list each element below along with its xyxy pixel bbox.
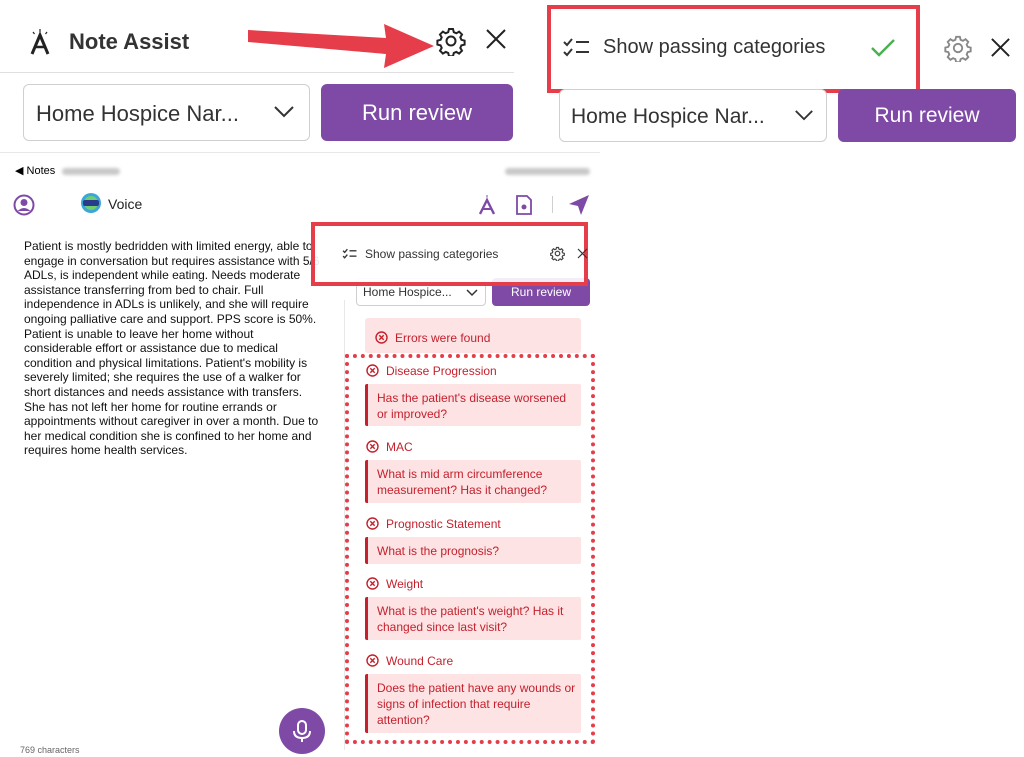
template-select-value: Home Hospice Nar... <box>36 101 239 126</box>
template-select[interactable]: Home Hospice Nar... <box>559 89 827 142</box>
error-circle-icon <box>375 331 388 344</box>
close-icon[interactable] <box>577 248 588 259</box>
note-assist-icon[interactable] <box>477 195 497 215</box>
panel-title: Note Assist <box>69 29 190 54</box>
user-icon[interactable] <box>13 194 35 216</box>
gear-icon[interactable] <box>436 26 466 56</box>
gear-icon[interactable] <box>550 246 565 261</box>
chevron-down-icon <box>466 289 478 297</box>
note-body-text[interactable]: Patient is mostly bedridden with limited… <box>24 239 320 458</box>
template-select[interactable]: Home Hospice Nar... <box>23 84 310 141</box>
character-count: 769 characters <box>20 745 80 755</box>
voice-logo-icon <box>81 193 101 213</box>
template-select-value: Home Hospice... <box>363 285 452 299</box>
note-assist-logo-icon <box>30 29 50 55</box>
toolbar-divider <box>552 196 553 213</box>
send-icon[interactable] <box>568 194 590 216</box>
run-review-button[interactable]: Run review <box>838 89 1016 142</box>
highlight-dotted-box <box>345 354 595 744</box>
show-passing-categories-option[interactable]: Show passing categories <box>603 36 825 59</box>
close-icon[interactable] <box>485 28 507 50</box>
back-to-notes-link[interactable]: ◀ Notes <box>15 164 55 177</box>
close-icon[interactable] <box>990 37 1011 58</box>
gear-icon[interactable] <box>944 34 972 62</box>
checklist-icon <box>563 38 589 57</box>
checkmark-icon <box>871 39 895 57</box>
document-icon[interactable] <box>515 195 533 215</box>
errors-banner-text: Errors were found <box>395 331 491 345</box>
run-review-button[interactable]: Run review <box>321 84 513 141</box>
section-divider <box>0 152 600 153</box>
header-divider <box>0 72 514 73</box>
chevron-down-icon <box>795 110 813 121</box>
voice-label[interactable]: Voice <box>108 196 142 212</box>
status-bar-icons-blurred <box>505 168 590 175</box>
show-passing-categories-option[interactable]: Show passing categories <box>365 247 498 261</box>
microphone-icon <box>293 720 311 742</box>
annotation-arrow <box>248 24 434 68</box>
chevron-down-icon <box>274 106 294 118</box>
template-select-value: Home Hospice Nar... <box>571 105 765 128</box>
status-bar-time-blurred <box>62 168 120 175</box>
checklist-icon <box>342 248 357 259</box>
